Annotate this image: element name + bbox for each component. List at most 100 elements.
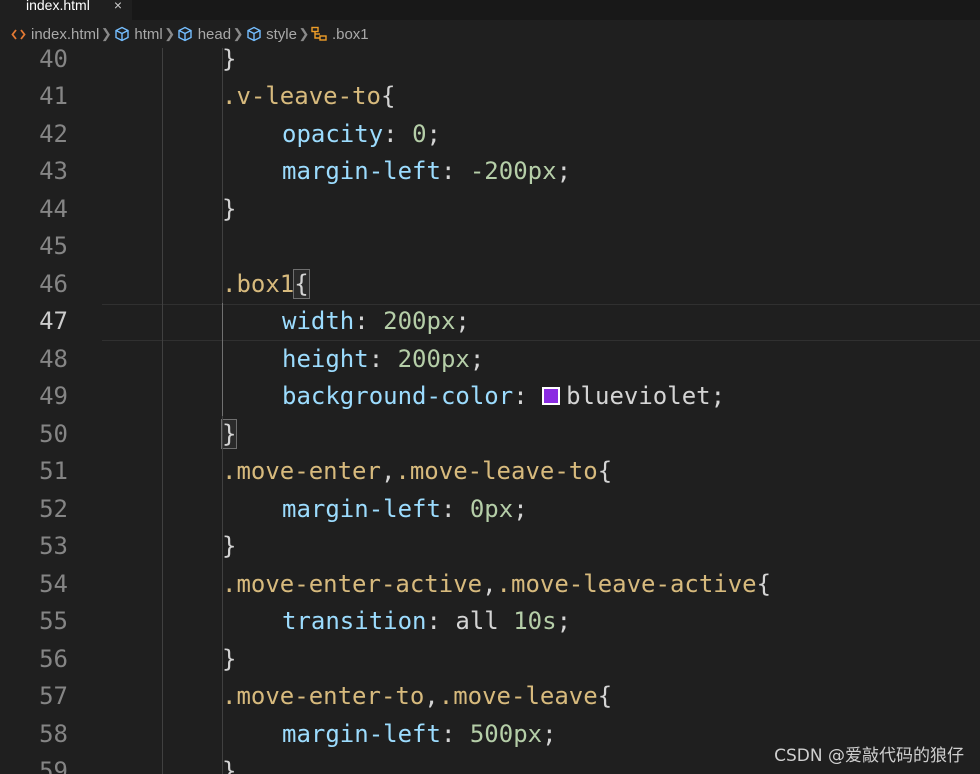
code-token: margin-left (282, 157, 441, 185)
code-token: ; (556, 157, 572, 185)
code-token: margin-left (282, 494, 441, 523)
line-number: 50 (39, 419, 68, 448)
code-token: } (222, 644, 237, 673)
chevron-right-icon: ❯ (298, 26, 310, 41)
chevron-right-icon: ❯ (232, 26, 244, 41)
indent-guide (162, 48, 163, 774)
indent-guide (222, 603, 223, 641)
line-number: 41 (39, 82, 68, 110)
code-token: { (380, 82, 396, 110)
code-token: .move-leave-to (395, 457, 598, 485)
code-editor[interactable]: 40 41 42 43 44 45 46 47 48 49 50 51 52 53 54 55 56 57 58 59… (0, 48, 980, 774)
symbol-element-icon (113, 26, 130, 43)
code-token: transition (282, 607, 427, 635)
code-line: } (222, 753, 236, 774)
code-token: { (293, 268, 310, 299)
line-number: 40 (39, 48, 68, 73)
breadcrumb-item-file[interactable]: index.html (10, 26, 99, 43)
code-token: opacity (282, 119, 384, 148)
tab-label: index.html (26, 0, 90, 13)
code-token: : (383, 119, 413, 148)
code-token: } (220, 418, 238, 449)
code-token: , (482, 569, 497, 598)
code-line: } (222, 528, 236, 566)
code-token: : (513, 382, 543, 410)
code-token: .move-enter (222, 457, 381, 485)
code-line: height: 200px; (282, 341, 484, 379)
breadcrumb: index.html ❯ html ❯ head ❯ style ❯ .box1 (0, 20, 980, 48)
code-token: width (282, 307, 355, 335)
color-swatch[interactable] (542, 387, 561, 405)
code-token: { (597, 457, 613, 485)
watermark: CSDN @爱敲代码的狼仔 (774, 746, 964, 766)
code-line: } (222, 641, 236, 679)
code-token: 0px (469, 494, 514, 523)
code-line: width: 200px; (282, 303, 470, 341)
code-token: ; (469, 344, 485, 373)
symbol-element-icon (177, 26, 194, 43)
code-token: , (424, 682, 439, 710)
code-token: ; (426, 119, 441, 148)
code-token: } (222, 48, 237, 73)
code-line: .box1{ (222, 266, 310, 304)
code-line: transition: all 10s; (282, 603, 571, 641)
indent-guide (222, 715, 223, 753)
code-token: : (354, 307, 384, 335)
line-number: 55 (39, 607, 68, 635)
line-number: 52 (39, 494, 68, 523)
editor-window: index.html × index.html ❯ html ❯ head ❯ … (0, 0, 980, 774)
code-token: ; (710, 382, 726, 410)
code-line: margin-left: -200px; (282, 153, 571, 191)
breadcrumb-item-style[interactable]: style (245, 26, 297, 43)
line-number: 51 (39, 457, 68, 485)
line-number: 59 (39, 757, 68, 774)
breadcrumb-label: head (197, 25, 232, 43)
code-token: .move-leave (438, 682, 598, 710)
breadcrumb-label: style (266, 25, 297, 43)
code-token: : (440, 719, 470, 748)
code-token: blueviolet (566, 382, 711, 410)
line-number: 53 (39, 532, 68, 560)
code-token: { (597, 682, 613, 710)
indent-guide (222, 303, 223, 416)
code-token: ; (513, 494, 528, 523)
line-number: 45 (39, 232, 68, 260)
code-token: : (440, 157, 470, 185)
close-icon[interactable]: × (114, 0, 122, 18)
breadcrumb-item-html[interactable]: html (113, 26, 163, 43)
code-line: .move-enter-active,.move-leave-active{ (222, 566, 771, 604)
line-number: 49 (39, 382, 68, 410)
tab-index-html[interactable]: index.html × (0, 0, 132, 20)
code-token: , (380, 457, 396, 485)
code-token: } (222, 194, 237, 223)
code-token: 500px (469, 719, 543, 748)
line-number: 56 (39, 644, 68, 673)
code-line: } (222, 48, 236, 78)
code-token: -200px (469, 157, 557, 185)
code-token: 10s (513, 607, 557, 635)
code-token: background-color (282, 382, 514, 410)
line-number: 47 (39, 307, 68, 335)
code-area[interactable]: } .v-leave-to{opacity: 0; margin-left: -20… (102, 48, 980, 774)
code-token: .move-leave-active (496, 569, 757, 598)
code-token: 200px (383, 307, 456, 335)
code-line: opacity: 0; (282, 116, 441, 154)
html-file-icon (10, 26, 27, 43)
css-selector-icon (311, 26, 328, 43)
indent-guide (222, 490, 223, 528)
breadcrumb-item-head[interactable]: head (177, 26, 231, 43)
code-token: 200px (397, 344, 470, 373)
chevron-right-icon: ❯ (100, 26, 112, 41)
line-number: 54 (39, 569, 68, 598)
breadcrumb-label: index.html (31, 25, 100, 43)
code-token: ; (542, 719, 557, 748)
code-line: .move-enter-to,.move-leave{ (222, 678, 612, 716)
code-line: background-color: blueviolet; (282, 378, 725, 416)
code-line: } (220, 416, 238, 454)
code-token: all (455, 607, 514, 635)
symbol-element-icon (245, 26, 262, 43)
breadcrumb-item-box1[interactable]: .box1 (311, 26, 369, 43)
code-token: ; (455, 307, 470, 335)
code-token: : (426, 607, 456, 635)
line-number: 58 (39, 719, 68, 748)
